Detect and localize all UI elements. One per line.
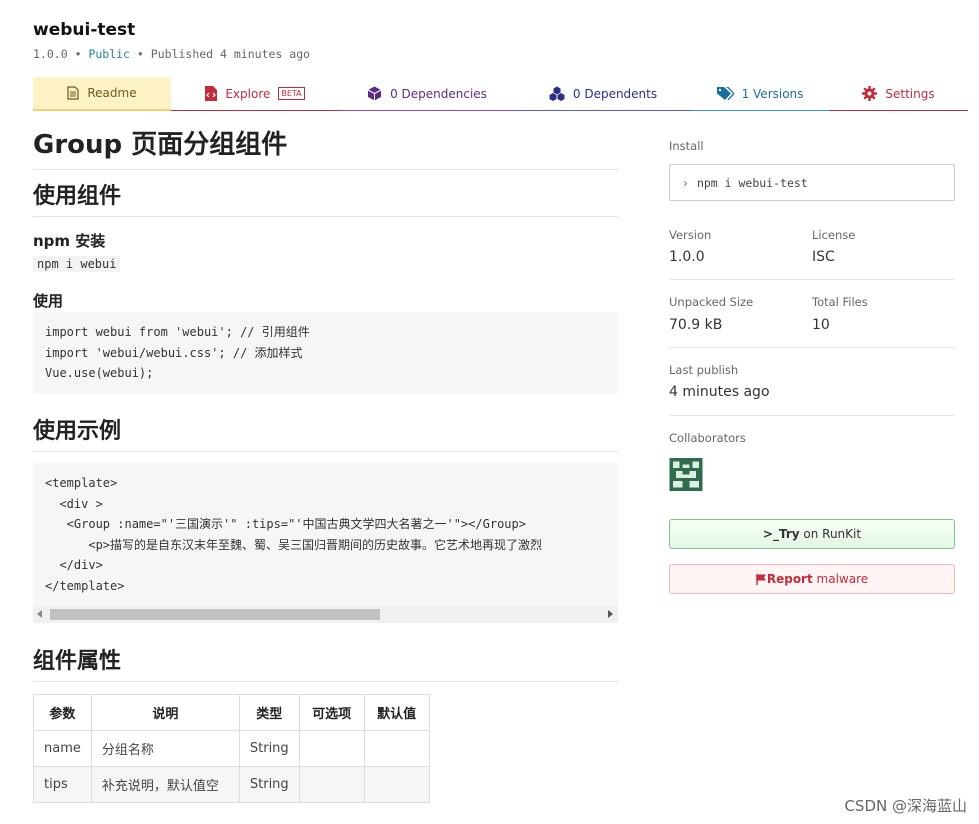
version-label: Version xyxy=(669,228,712,242)
table-header-cell: 参数 xyxy=(33,694,92,731)
report-strong-label: Report xyxy=(766,572,813,586)
tab-readme-label: Readme xyxy=(87,86,137,100)
table-cell: String xyxy=(238,730,300,767)
table-header-cell: 可选项 xyxy=(298,694,365,731)
tab-versions-label: 1 Versions xyxy=(741,86,804,101)
prompt-chevron-icon: › xyxy=(682,175,689,190)
package-visibility: Public xyxy=(88,47,130,61)
usage-heading: 使用 xyxy=(33,292,64,310)
table-row: tips 补充说明，默认值空 String xyxy=(33,766,430,803)
tab-dependents[interactable]: 0 Dependents xyxy=(515,77,691,111)
last-publish-label: Last publish xyxy=(669,363,739,377)
package-name: webui-test xyxy=(33,20,136,40)
boxes-icon xyxy=(549,86,565,101)
tab-explore-label: Explore xyxy=(225,86,271,101)
tab-explore[interactable]: Explore BETA xyxy=(171,77,339,111)
collaborator-avatar[interactable] xyxy=(669,458,703,491)
terminal-icon: >_ xyxy=(762,527,779,541)
package-tabs: Readme Explore BETA 0 Dependencies 0 Dep… xyxy=(33,77,968,111)
file-code-icon xyxy=(205,86,218,101)
gear-icon xyxy=(862,86,878,101)
example-code-block: <template> <div > <Group :name="'三国演示'" … xyxy=(33,463,618,606)
license-label: License xyxy=(812,228,856,242)
tab-settings[interactable]: Settings xyxy=(829,77,968,111)
total-files-value: 10 xyxy=(812,317,830,333)
install-command-box[interactable]: › npm i webui-test xyxy=(669,164,955,201)
table-header-cell: 默认值 xyxy=(363,694,430,731)
try-on-runkit-button[interactable]: >_ Try on RunKit xyxy=(669,519,955,549)
last-publish-value: 4 minutes ago xyxy=(669,384,770,400)
collaborators-label: Collaborators xyxy=(669,431,746,445)
unpacked-size-label: Unpacked Size xyxy=(669,295,754,309)
report-rest-label: malware xyxy=(812,572,869,586)
npm-install-heading: npm 安装 xyxy=(33,232,106,250)
tab-readme[interactable]: Readme xyxy=(33,77,171,111)
tab-dependents-label: 0 Dependents xyxy=(572,86,658,101)
section-heading-example: 使用示例 xyxy=(33,413,618,452)
tab-versions[interactable]: 1 Versions xyxy=(691,77,829,111)
tab-dependencies[interactable]: 0 Dependencies xyxy=(339,77,515,111)
table-header-row: 参数 说明 类型 可选项 默认值 xyxy=(33,694,430,731)
total-files-label: Total Files xyxy=(812,295,868,309)
table-cell: 分组名称 xyxy=(90,730,240,767)
unpacked-size-value: 70.9 kB xyxy=(669,317,723,333)
report-malware-button[interactable]: Report malware xyxy=(669,564,955,594)
package-meta: 1.0.0 • Public • Published 4 minutes ago xyxy=(33,47,310,61)
table-cell xyxy=(363,766,430,803)
watermark: CSDN @深海蓝山 xyxy=(844,797,967,815)
table-cell xyxy=(298,766,365,803)
usage-code-block: import webui from 'webui'; // 引用组件 impor… xyxy=(33,312,618,394)
table-cell xyxy=(363,730,430,767)
tags-icon xyxy=(716,87,734,100)
package-published: Published 4 minutes ago xyxy=(150,47,311,61)
table-row: name 分组名称 String xyxy=(33,730,430,767)
table-cell: String xyxy=(238,766,300,803)
props-table: 参数 说明 类型 可选项 默认值 name 分组名称 String tips 补… xyxy=(33,694,430,803)
version-value: 1.0.0 xyxy=(669,249,705,265)
table-header-cell: 类型 xyxy=(238,694,300,731)
sidebar-divider xyxy=(669,347,955,348)
beta-badge: BETA xyxy=(278,87,305,100)
table-cell: name xyxy=(33,730,92,767)
code-horizontal-scrollbar[interactable] xyxy=(33,606,618,623)
readme-title: Group 页面分组组件 xyxy=(33,124,618,170)
runkit-try-label: Try xyxy=(778,527,800,541)
table-cell: 补充说明，默认值空 xyxy=(90,766,240,803)
install-command: npm i webui-test xyxy=(696,175,808,190)
runkit-rest-label: on RunKit xyxy=(799,527,862,541)
table-header-cell: 说明 xyxy=(90,694,240,731)
scroll-right-arrow-icon[interactable] xyxy=(608,610,613,618)
flag-icon xyxy=(756,573,767,585)
meta-separator: • xyxy=(74,47,82,61)
scrollbar-thumb[interactable] xyxy=(50,609,380,620)
install-label: Install xyxy=(669,139,704,153)
section-heading-props: 组件属性 xyxy=(33,643,618,682)
document-icon xyxy=(67,86,79,100)
license-value: ISC xyxy=(812,249,835,265)
sidebar-divider xyxy=(669,279,955,280)
scroll-left-arrow-icon[interactable] xyxy=(37,610,42,618)
box-icon xyxy=(367,86,382,101)
meta-separator: • xyxy=(136,47,144,61)
npm-install-code: npm i webui xyxy=(33,256,121,272)
package-version: 1.0.0 xyxy=(33,47,68,61)
section-heading-use: 使用组件 xyxy=(33,178,618,217)
table-cell: tips xyxy=(33,766,92,803)
table-cell xyxy=(298,730,365,767)
sidebar-divider xyxy=(669,415,955,416)
tab-settings-label: Settings xyxy=(885,86,935,101)
tab-dependencies-label: 0 Dependencies xyxy=(390,86,487,101)
